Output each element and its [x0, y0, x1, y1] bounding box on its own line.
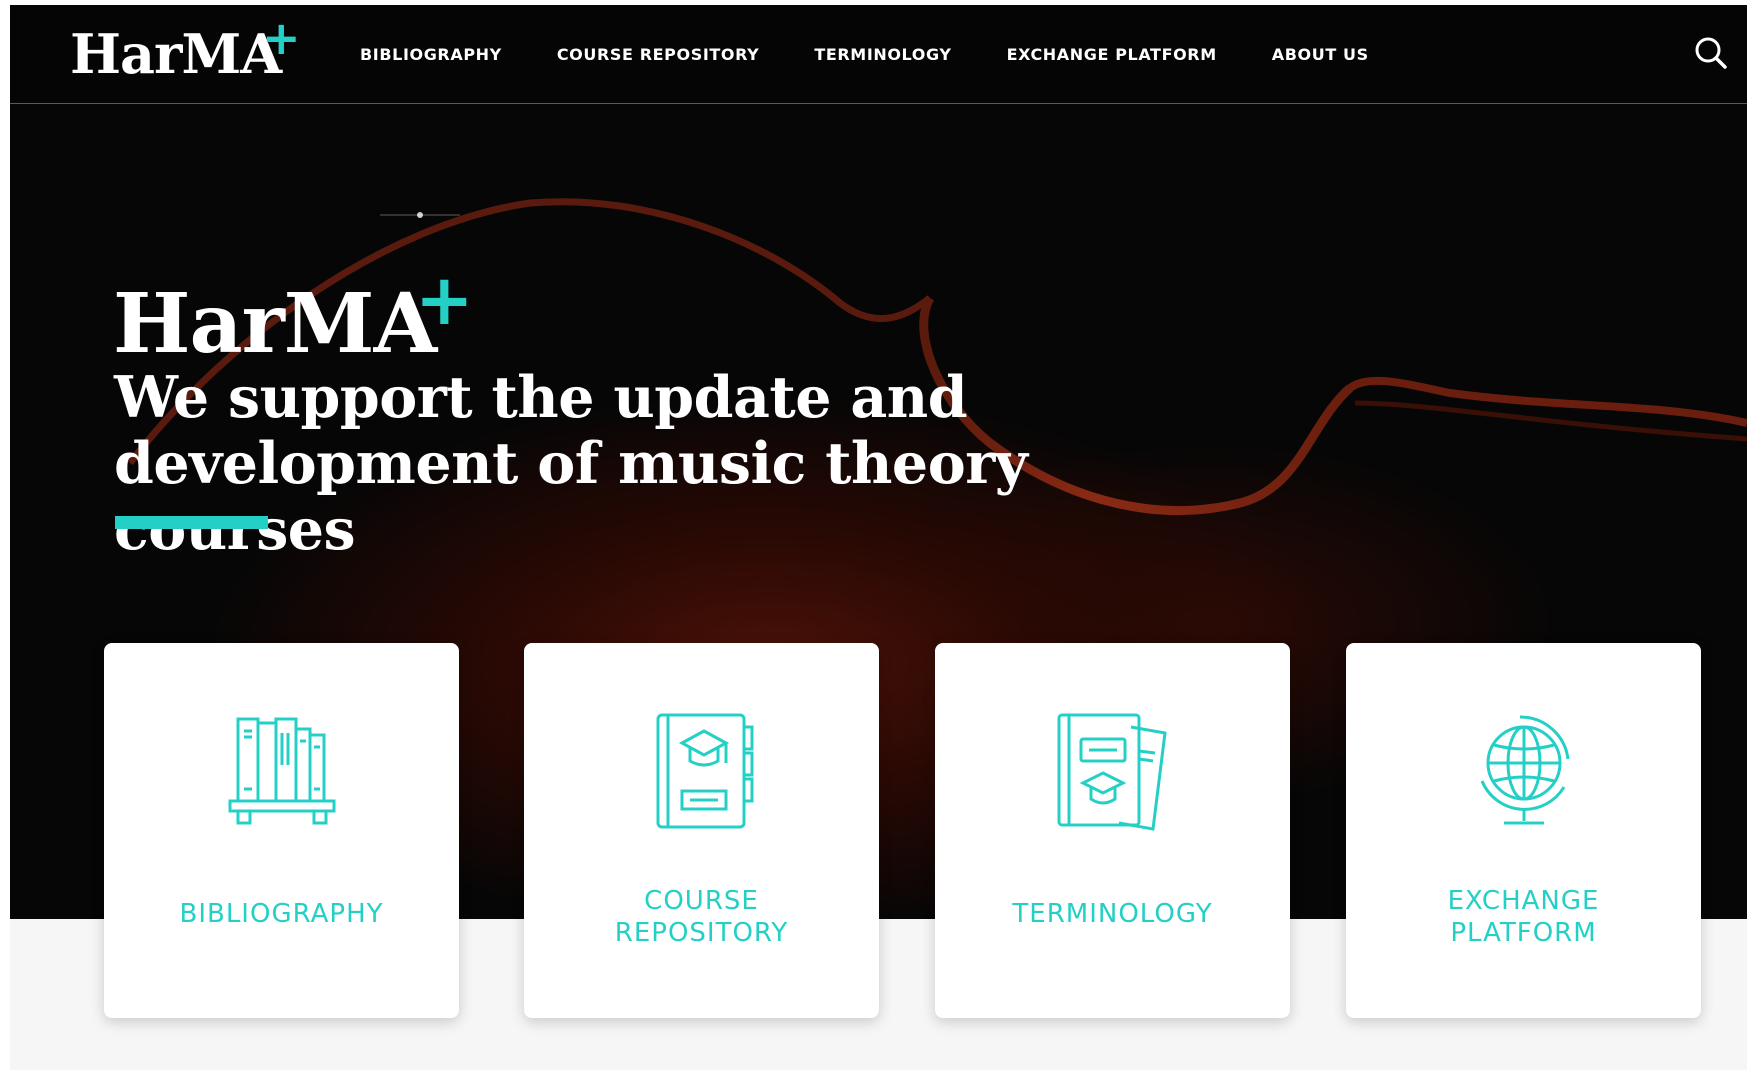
card-bibliography-label: BIBLIOGRAPHY: [179, 899, 384, 929]
page: HarMA + BIBLIOGRAPHY COURSE REPOSITORY TE…: [10, 5, 1747, 1070]
site-header: HarMA + BIBLIOGRAPHY COURSE REPOSITORY TE…: [10, 5, 1747, 104]
card-course-repository[interactable]: COURSE REPOSITORY: [524, 643, 879, 1018]
nav-about-us[interactable]: ABOUT US: [1272, 45, 1369, 64]
nav-course-repository[interactable]: COURSE REPOSITORY: [557, 45, 759, 64]
headline-line-2: development of music theory courses: [114, 430, 1028, 563]
headline-line-1: We support the update and: [114, 364, 968, 431]
card-exchange-platform[interactable]: EXCHANGE PLATFORM: [1346, 643, 1701, 1018]
accent-bar: [115, 516, 268, 529]
site-logo[interactable]: HarMA +: [70, 15, 301, 81]
card-terminology-label: TERMINOLOGY: [1012, 899, 1213, 929]
course-book-icon: [656, 713, 753, 829]
site-logo-text: HarMA: [70, 22, 282, 86]
site-logo-plus: +: [262, 11, 301, 65]
nav-bibliography[interactable]: BIBLIOGRAPHY: [360, 45, 502, 64]
search-icon: [1695, 37, 1727, 69]
hero-logo-text: HarMA: [113, 276, 437, 372]
hero-logo-plus: +: [415, 259, 474, 341]
search-button[interactable]: [1691, 33, 1731, 73]
card-course-repository-label: COURSE REPOSITORY: [614, 886, 789, 948]
card-terminology[interactable]: TERMINOLOGY: [935, 643, 1290, 1018]
main-nav: BIBLIOGRAPHY COURSE REPOSITORY TERMINOLO…: [360, 5, 1424, 103]
terminology-book-icon: [1057, 713, 1167, 831]
card-bibliography[interactable]: BIBLIOGRAPHY: [104, 643, 459, 1018]
books-icon: [228, 717, 335, 825]
hero-headline: We support the update and development of…: [114, 365, 1214, 563]
card-exchange-platform-label: EXCHANGE PLATFORM: [1447, 886, 1600, 948]
globe-icon: [1480, 715, 1569, 825]
nav-exchange-platform[interactable]: EXCHANGE PLATFORM: [1007, 45, 1217, 64]
hero-logo: HarMA +: [113, 265, 474, 365]
nav-terminology[interactable]: TERMINOLOGY: [814, 45, 951, 64]
